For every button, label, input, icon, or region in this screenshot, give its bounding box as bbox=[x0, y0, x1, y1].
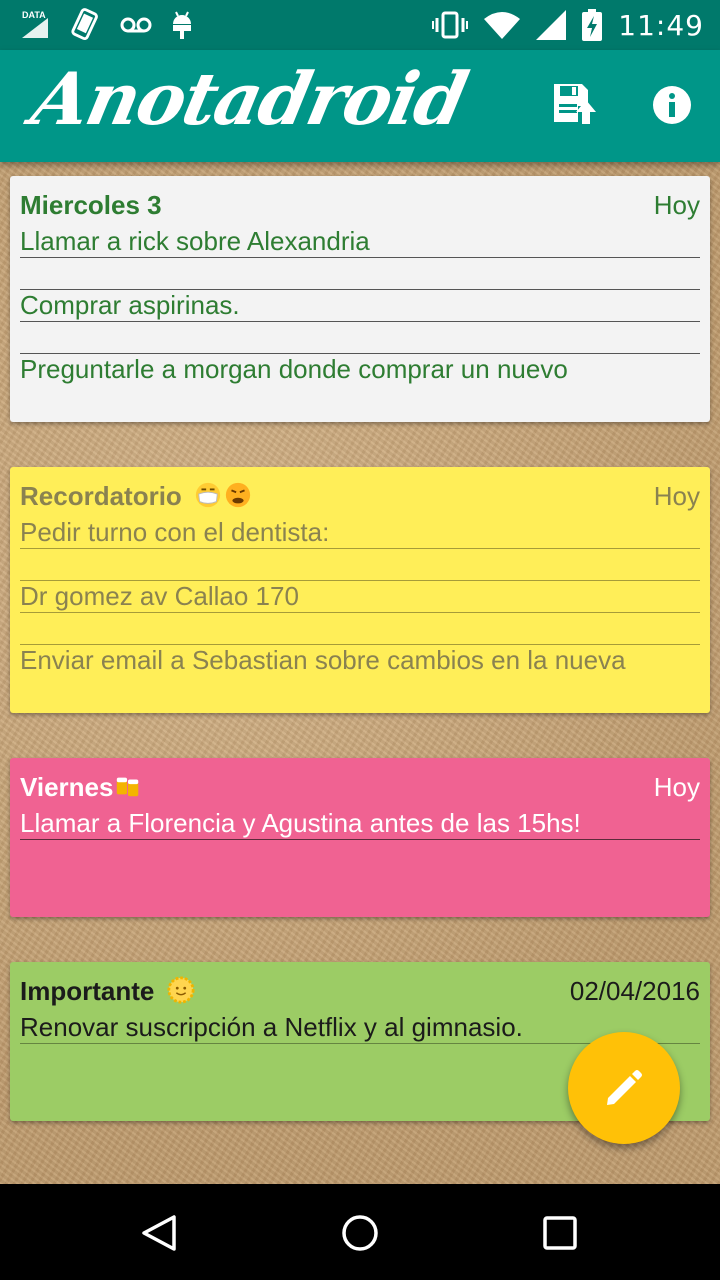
note-line bbox=[20, 549, 700, 581]
app-bar: Anotadroid bbox=[0, 50, 720, 162]
angry-face-emoji-icon bbox=[225, 482, 251, 508]
note-date: Hoy bbox=[653, 481, 700, 511]
note-title-group: Viernes bbox=[20, 772, 143, 803]
note-card[interactable]: Miercoles 3 Hoy Llamar a rick sobre Alex… bbox=[10, 176, 710, 422]
note-line: Llamar a Florencia y Agustina antes de l… bbox=[20, 808, 700, 840]
status-bar: DATA 11:49 bbox=[0, 0, 720, 50]
beer-mugs-emoji-icon bbox=[117, 777, 139, 797]
note-line: Llamar a rick sobre Alexandria bbox=[20, 226, 700, 258]
home-icon bbox=[342, 1215, 378, 1251]
note-line: Preguntarle a morgan donde comprar un nu… bbox=[20, 354, 568, 384]
sick-face-emoji-icon bbox=[195, 482, 221, 508]
note-line: Enviar email a Sebastian sobre cambios e… bbox=[20, 645, 626, 675]
note-title-group: Importante bbox=[20, 976, 196, 1007]
recents-button[interactable] bbox=[535, 1208, 585, 1258]
app-logo-title: Anotadroid bbox=[24, 56, 474, 141]
note-title: Importante bbox=[20, 976, 155, 1006]
note-line: Dr gomez av Callao 170 bbox=[20, 581, 700, 613]
new-note-fab-button[interactable] bbox=[568, 1032, 680, 1144]
note-title: Miercoles 3 bbox=[20, 190, 162, 220]
pencil-icon bbox=[607, 1070, 642, 1105]
system-nav-bar bbox=[0, 1184, 720, 1280]
note-date: Hoy bbox=[653, 772, 700, 802]
note-title-group: Recordatorio bbox=[20, 481, 253, 512]
voicemail-icon bbox=[120, 17, 152, 33]
note-line bbox=[20, 258, 700, 290]
note-line: Pedir turno con el dentista: bbox=[20, 517, 700, 549]
note-line: Comprar aspirinas. bbox=[20, 290, 700, 322]
phone-vibrate-icon bbox=[71, 8, 98, 41]
recents-icon bbox=[543, 1216, 577, 1250]
back-icon bbox=[142, 1215, 176, 1251]
save-export-icon bbox=[554, 84, 596, 124]
info-icon bbox=[653, 86, 691, 124]
note-title: Viernes bbox=[20, 772, 114, 802]
note-card[interactable]: Viernes Hoy Llamar a Florencia y Agustin… bbox=[10, 758, 710, 917]
info-button[interactable] bbox=[647, 80, 697, 130]
vibrate-icon bbox=[432, 11, 469, 39]
save-export-button[interactable] bbox=[550, 80, 600, 130]
note-line bbox=[20, 322, 700, 354]
sun-face-emoji-icon bbox=[167, 976, 195, 1004]
android-icon bbox=[173, 11, 191, 39]
note-card[interactable]: Recordatorio Hoy Pedir turno con el dent… bbox=[10, 467, 710, 713]
note-date: 02/04/2016 bbox=[569, 976, 700, 1006]
mobile-data-icon: DATA bbox=[22, 10, 50, 40]
note-title: Recordatorio bbox=[20, 481, 182, 511]
back-button[interactable] bbox=[135, 1208, 185, 1258]
home-button[interactable] bbox=[335, 1208, 385, 1258]
note-line bbox=[20, 613, 700, 645]
note-date: Hoy bbox=[653, 190, 700, 220]
signal-icon bbox=[536, 10, 567, 40]
battery-charging-icon bbox=[582, 9, 603, 41]
clock: 11:49 bbox=[618, 8, 704, 42]
wifi-icon bbox=[484, 12, 521, 39]
